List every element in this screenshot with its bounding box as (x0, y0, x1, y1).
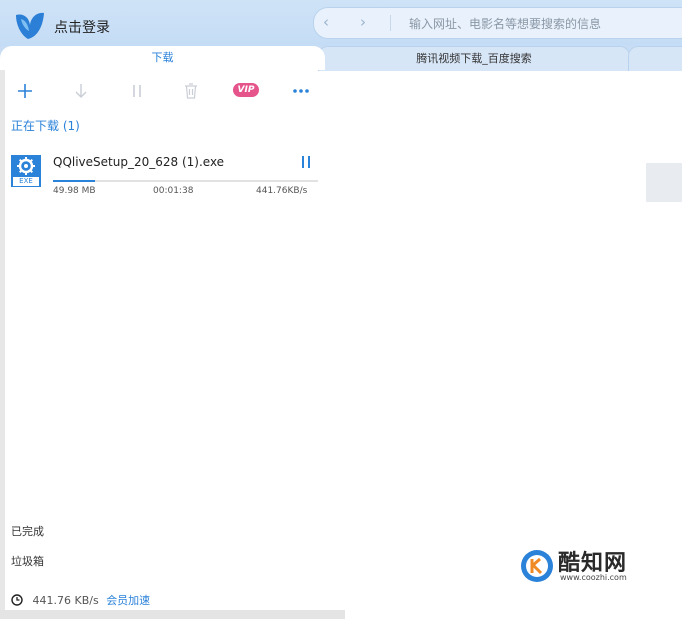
address-placeholder: 输入网址、电影名等想要搜索的信息 (409, 17, 602, 31)
chevron-left-icon[interactable]: ‹ (323, 13, 329, 31)
side-panel-handle[interactable] (646, 163, 682, 202)
download-toolbar: VIP (0, 76, 325, 104)
more-icon[interactable] (288, 76, 314, 104)
tab-baidu-search[interactable]: 腾讯视频下载_百度搜索 (318, 46, 630, 71)
file-name: QQliveSetup_20_628 (1).exe (53, 155, 225, 169)
address-divider (390, 15, 391, 31)
completed-section[interactable]: 已完成 (11, 523, 44, 539)
trash-section[interactable]: 垃圾箱 (11, 553, 44, 569)
plus-icon[interactable] (12, 76, 38, 104)
progress-bar (53, 180, 318, 182)
chevron-right-icon[interactable]: › (360, 13, 366, 31)
login-button[interactable]: 点击登录 (54, 17, 110, 37)
file-type-label: EXE (19, 177, 33, 185)
pause-icon[interactable] (124, 76, 150, 104)
total-speed: 441.76 KB/s (32, 594, 99, 607)
trash-icon[interactable] (178, 76, 204, 104)
title-bar: 点击登录 ‹ › 输入网址、电影名等想要搜索的信息 (0, 0, 682, 46)
watermark: 酷知网 www.coozhi.com (520, 545, 658, 587)
left-gutter (0, 70, 5, 619)
file-size: 49.98 MB (53, 186, 96, 196)
time-remaining: 00:01:38 (153, 186, 194, 196)
downloading-section-title[interactable]: 正在下载 (1) (11, 117, 80, 134)
tab-download[interactable]: 下载 (0, 46, 325, 70)
app-logo-icon (16, 12, 44, 40)
bottom-scrollbar[interactable] (0, 610, 345, 619)
watermark-logo-icon (521, 550, 553, 582)
clock-icon (11, 594, 23, 606)
tab-extra[interactable] (628, 46, 682, 71)
item-pause-icon[interactable] (300, 155, 312, 169)
arrow-down-icon[interactable] (68, 76, 94, 104)
download-speed: 441.76KB/s (256, 186, 308, 196)
vip-boost-link[interactable]: 会员加速 (106, 594, 150, 607)
address-bar[interactable]: ‹ › 输入网址、电影名等想要搜索的信息 (313, 7, 682, 39)
status-bar: 441.76 KB/s 会员加速 (11, 592, 150, 608)
progress-fill (53, 180, 96, 182)
vip-badge[interactable]: VIP (233, 83, 259, 97)
watermark-url: www.coozhi.com (560, 573, 627, 582)
tab-strip: 腾讯视频下载_百度搜索 下载 (0, 46, 682, 71)
